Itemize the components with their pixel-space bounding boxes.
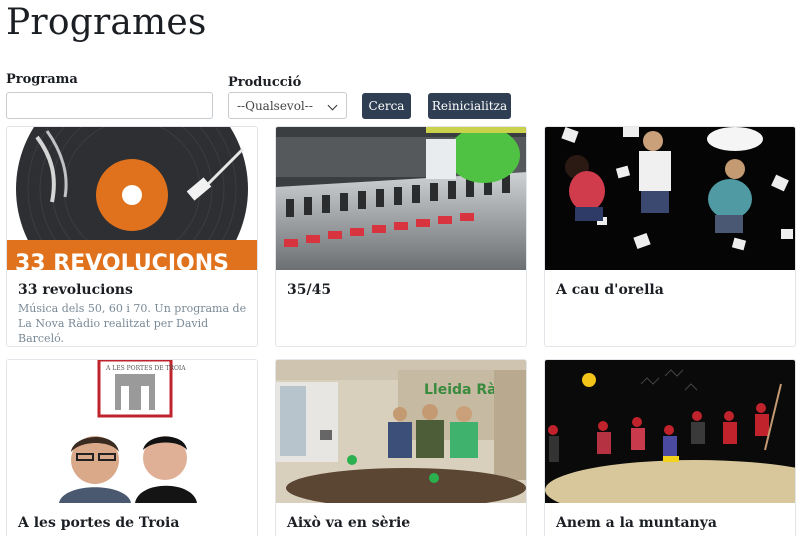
program-image[interactable]	[545, 360, 795, 503]
program-card[interactable]: Lleida Ràdio Això va en sèrie	[275, 359, 527, 536]
program-card[interactable]: A cau d'orella	[544, 126, 796, 347]
produccio-select[interactable]: --Qualsevol--	[228, 92, 347, 119]
search-button[interactable]: Cerca	[362, 93, 411, 119]
programa-input[interactable]	[6, 92, 213, 119]
page-title: Programes	[6, 2, 207, 43]
program-image[interactable]: 33 REVOLUCIONS	[7, 127, 257, 270]
program-title[interactable]: 33 revolucions	[18, 282, 133, 298]
program-title[interactable]: Anem a la muntanya	[556, 515, 717, 531]
program-image[interactable]	[276, 127, 526, 270]
program-card[interactable]: A LES PORTES DE TROIA A les portes de Tr…	[6, 359, 258, 536]
program-title[interactable]: 35/45	[287, 282, 331, 298]
program-card[interactable]: 35/45	[275, 126, 527, 347]
programa-label: Programa	[6, 72, 78, 87]
program-description: Música dels 50, 60 i 70. Un programa de …	[18, 302, 247, 345]
program-image[interactable]: Lleida Ràdio	[276, 360, 526, 503]
produccio-selected-value: --Qualsevol--	[237, 99, 313, 113]
produccio-label: Producció	[228, 75, 302, 90]
program-card[interactable]: Anem a la muntanya	[544, 359, 796, 536]
image-caption: 33 REVOLUCIONS	[15, 251, 229, 270]
program-title[interactable]: A les portes de Troia	[18, 515, 179, 531]
image-caption: A LES PORTES DE TROIA	[105, 365, 186, 372]
program-title[interactable]: A cau d'orella	[556, 282, 664, 298]
program-card[interactable]: 33 REVOLUCIONS 33 revolucions Música del…	[6, 126, 258, 347]
program-image[interactable]: A LES PORTES DE TROIA	[7, 360, 257, 503]
reset-button[interactable]: Reinicialitza	[428, 93, 511, 119]
program-title[interactable]: Això va en sèrie	[287, 515, 410, 531]
chevron-down-icon	[327, 100, 338, 111]
program-image[interactable]	[545, 127, 795, 270]
